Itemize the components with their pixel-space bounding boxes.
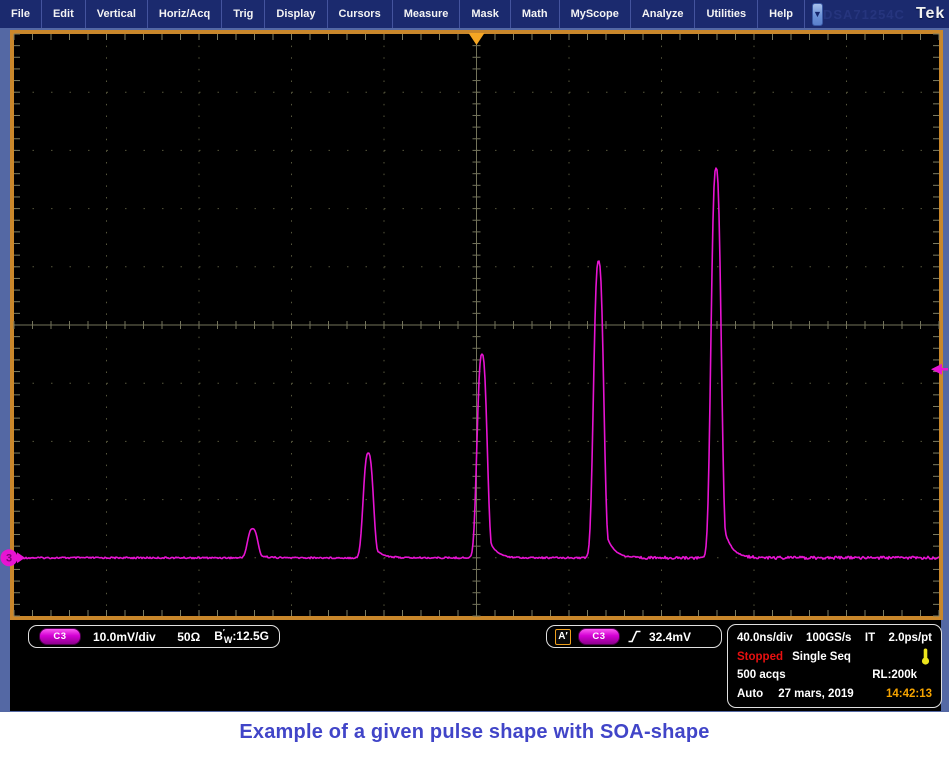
acquisition-count: 500 acqs (737, 669, 786, 681)
waveform-display: 3 (0, 28, 949, 622)
channel-readout[interactable]: C3 10.0mV/div 50Ω B′W:12.5G (28, 625, 280, 648)
trigger-channel-badge: C3 (578, 628, 620, 645)
figure-caption: Example of a given pulse shape with SOA-… (239, 721, 709, 744)
menu-item-measure[interactable]: Measure (393, 0, 461, 28)
vertical-scale: 10.0mV/div (93, 630, 156, 644)
menu-item-mask[interactable]: Mask (460, 0, 511, 28)
run-state-row: Stopped Single Seq (728, 648, 941, 666)
channel-3-marker-label: 3 (6, 553, 12, 565)
chevron-down-icon: ▼ (813, 9, 822, 19)
graticule-svg: 3 (0, 28, 949, 622)
sequence-mode: Single Seq (728, 651, 915, 663)
menu-item-myscope[interactable]: MyScope (560, 0, 631, 28)
resolution: 2.0ps/pt (889, 632, 932, 644)
record-length: RL:200k (872, 669, 917, 681)
input-impedance: 50Ω (177, 630, 200, 644)
acqs-row: 500 acqs RL:200k (728, 666, 941, 684)
trigger-level: 32.4mV (649, 630, 691, 644)
bandwidth-readout: B′W:12.5G (214, 628, 269, 645)
menu-item-vertical[interactable]: Vertical (86, 0, 148, 28)
menu-item-display[interactable]: Display (265, 0, 327, 28)
timebase-row: 40.0ns/div 100GS/s IT 2.0ps/pt (728, 629, 941, 647)
trigger-source-badge: A′ (555, 629, 571, 645)
menu-item-math[interactable]: Math (511, 0, 560, 28)
acq-mode: IT (865, 632, 875, 644)
menu-item-cursors[interactable]: Cursors (328, 0, 393, 28)
menu-bar: FileEditVerticalHoriz/AcqTrigDisplayCurs… (0, 0, 949, 28)
thermometer-icon (919, 648, 932, 665)
rising-edge-icon (627, 629, 642, 644)
trigger-readout[interactable]: A′ C3 32.4mV (546, 625, 722, 648)
channel-badge-c3: C3 (39, 628, 81, 645)
titlebar-right: DSA71254C Tek – X (823, 3, 949, 26)
acquisition-panel[interactable]: 40.0ns/div 100GS/s IT 2.0ps/pt Stopped S… (727, 624, 942, 708)
menu-item-edit[interactable]: Edit (42, 0, 86, 28)
date-display: 27 mars, 2019 (778, 688, 853, 700)
tek-logo: Tek (916, 5, 945, 23)
menu-item-help[interactable]: Help (758, 0, 805, 28)
menu-dropdown-button[interactable]: ▼ (812, 3, 823, 26)
timebase: 40.0ns/div (737, 632, 793, 644)
caption-strip: Example of a given pulse shape with SOA-… (0, 712, 949, 766)
readout-area: C3 10.0mV/div 50Ω B′W:12.5G A′ C3 32.4mV… (10, 620, 941, 711)
instrument-model: DSA71254C (823, 7, 905, 22)
menu: FileEditVerticalHoriz/AcqTrigDisplayCurs… (0, 0, 805, 28)
oscilloscope-window: FileEditVerticalHoriz/AcqTrigDisplayCurs… (0, 0, 949, 712)
menu-item-utilities[interactable]: Utilities (695, 0, 758, 28)
menu-item-analyze[interactable]: Analyze (631, 0, 696, 28)
menu-item-file[interactable]: File (0, 0, 42, 28)
datetime-row: Auto 27 mars, 2019 14:42:13 (728, 685, 941, 703)
menu-item-horiz-acq[interactable]: Horiz/Acq (148, 0, 222, 28)
menu-item-trig[interactable]: Trig (222, 0, 265, 28)
clock-display: 14:42:13 (886, 688, 932, 700)
sample-rate: 100GS/s (806, 632, 851, 644)
trigger-mode: Auto (737, 688, 763, 700)
